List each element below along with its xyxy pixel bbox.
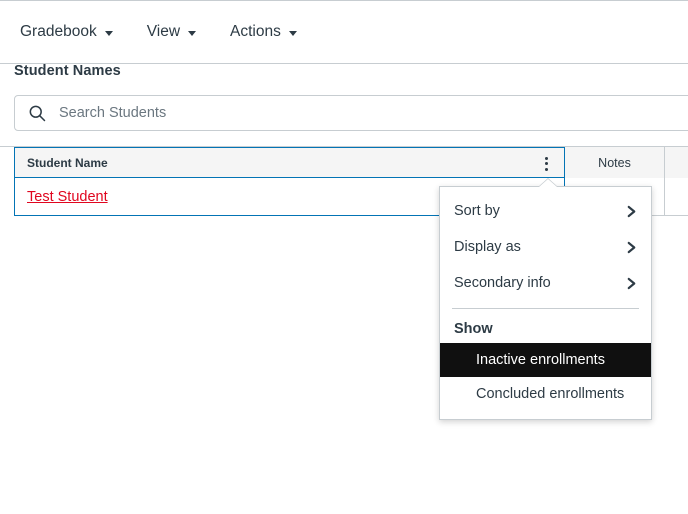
toolbar-menu-view-label: View	[146, 23, 181, 40]
menu-group-label-show: Show	[454, 321, 493, 337]
search-students-field[interactable]	[14, 95, 688, 131]
kebab-dot	[544, 162, 548, 165]
gradebook-header-row: Student Name Notes	[0, 147, 688, 178]
menu-item-display-as[interactable]: Display as	[440, 229, 651, 265]
student-name-link[interactable]: Test Student	[27, 189, 108, 205]
menu-divider	[452, 308, 639, 309]
column-header-notes[interactable]: Notes	[565, 147, 665, 178]
search-icon	[29, 105, 46, 122]
column-header-extra	[665, 147, 688, 178]
menu-item-secondary-info[interactable]: Secondary info	[440, 265, 651, 301]
kebab-menu-icon[interactable]	[534, 151, 558, 176]
menu-option-inactive-enrollments-label: Inactive enrollments	[476, 352, 605, 368]
toolbar-menu-gradebook[interactable]: Gradebook	[18, 19, 123, 45]
toolbar-menu-actions[interactable]: Actions	[228, 19, 307, 45]
chevron-down-icon	[104, 30, 113, 36]
column-header-student-name-label: Student Name	[27, 155, 108, 170]
column-options-menu: Sort by Display as Secondary info Show I…	[439, 186, 652, 420]
menu-option-inactive-enrollments[interactable]: Inactive enrollments	[440, 343, 651, 377]
toolbar-menu-gradebook-label: Gradebook	[20, 23, 97, 40]
column-header-student-name[interactable]: Student Name	[14, 147, 565, 178]
menu-option-concluded-enrollments-label: Concluded enrollments	[476, 386, 625, 402]
chevron-right-icon	[627, 277, 636, 289]
toolbar-menu-view[interactable]: View	[145, 19, 206, 45]
menu-item-sort-by[interactable]: Sort by	[440, 193, 651, 229]
menu-item-secondary-info-label: Secondary info	[454, 275, 551, 291]
kebab-dot	[544, 167, 548, 171]
kebab-dot	[544, 156, 548, 160]
menu-item-display-as-label: Display as	[454, 239, 521, 255]
toolbar-menu-actions-label: Actions	[230, 23, 281, 40]
extra-cell	[665, 178, 688, 216]
gradebook-toolbar: Gradebook View Actions	[0, 1, 688, 63]
popup-pointer	[539, 179, 557, 187]
search-input[interactable]	[57, 96, 561, 130]
chevron-down-icon	[288, 30, 297, 36]
column-header-notes-label: Notes	[598, 155, 631, 170]
chevron-right-icon	[627, 241, 636, 253]
page-title: Student Names	[14, 63, 121, 79]
menu-item-sort-by-label: Sort by	[454, 203, 500, 219]
chevron-down-icon	[188, 30, 197, 36]
menu-option-concluded-enrollments[interactable]: Concluded enrollments	[440, 377, 651, 411]
chevron-right-icon	[627, 205, 636, 217]
